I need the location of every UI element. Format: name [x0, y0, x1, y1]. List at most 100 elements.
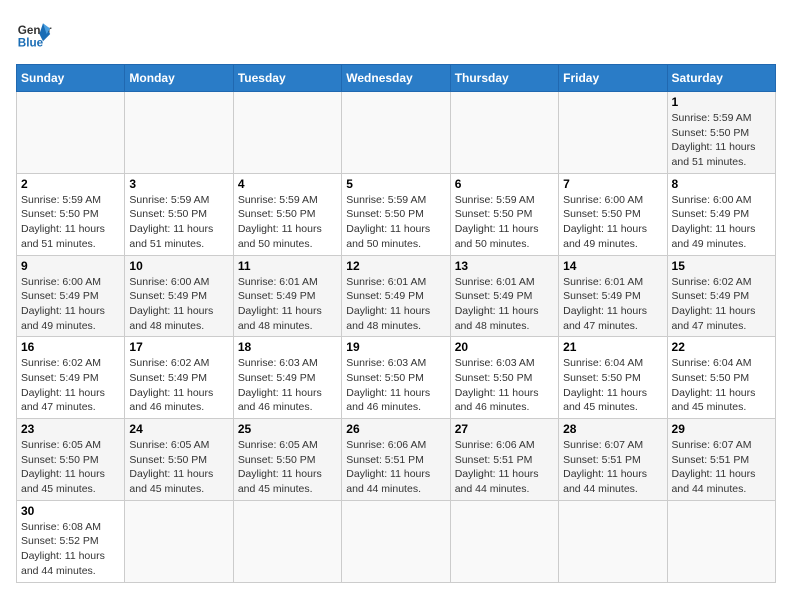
svg-text:Blue: Blue: [18, 37, 44, 50]
calendar-week-5: 30Sunrise: 6:08 AM Sunset: 5:52 PM Dayli…: [17, 500, 776, 582]
calendar-cell: 25 Sunrise: 6:05 AM Sunset: 5:50 PM Dayli…: [233, 419, 341, 501]
day-info: Sunrise: 6:08 AM Sunset: 5:52 PM Dayligh…: [21, 520, 120, 579]
day-number: 29: [672, 422, 771, 436]
calendar-week-4: 23Sunrise: 6:05 AM Sunset: 5:50 PM Dayli…: [17, 419, 776, 501]
calendar-cell: 19Sunrise: 6:03 AM Sunset: 5:50 PM Dayli…: [342, 337, 450, 419]
day-info: Sunrise: 6:06 AM Sunset: 5:51 PM Dayligh…: [455, 438, 554, 497]
calendar-cell: [233, 92, 341, 174]
calendar-cell: 18Sunrise: 6:03 AM Sunset: 5:49 PM Dayli…: [233, 337, 341, 419]
calendar-cell: [125, 500, 233, 582]
day-info: Sunrise: 6:02 AM Sunset: 5:49 PM Dayligh…: [129, 356, 228, 415]
day-info: Sunrise: 6:01 AM Sunset: 5:49 PM Dayligh…: [563, 275, 662, 334]
calendar-cell: 14Sunrise: 6:01 AM Sunset: 5:49 PM Dayli…: [559, 255, 667, 337]
day-number: 24: [129, 422, 228, 436]
day-info: Sunrise: 6:07 AM Sunset: 5:51 PM Dayligh…: [672, 438, 771, 497]
logo: General Blue: [16, 16, 52, 52]
day-number: 13: [455, 259, 554, 273]
day-info: Sunrise: 6:06 AM Sunset: 5:51 PM Dayligh…: [346, 438, 445, 497]
calendar-cell: 23Sunrise: 6:05 AM Sunset: 5:50 PM Dayli…: [17, 419, 125, 501]
calendar-table: SundayMondayTuesdayWednesdayThursdayFrid…: [16, 64, 776, 583]
day-info: Sunrise: 6:00 AM Sunset: 5:50 PM Dayligh…: [563, 193, 662, 252]
day-number: 25: [238, 422, 337, 436]
day-number: 19: [346, 340, 445, 354]
day-info: Sunrise: 6:00 AM Sunset: 5:49 PM Dayligh…: [21, 275, 120, 334]
logo-icon: General Blue: [16, 16, 52, 52]
calendar-cell: 15 Sunrise: 6:02 AM Sunset: 5:49 PM Dayli…: [667, 255, 775, 337]
calendar-cell: 17 Sunrise: 6:02 AM Sunset: 5:49 PM Dayli…: [125, 337, 233, 419]
day-number: 1: [672, 95, 771, 109]
calendar-cell: 26 Sunrise: 6:06 AM Sunset: 5:51 PM Dayli…: [342, 419, 450, 501]
calendar-week-2: 9Sunrise: 6:00 AM Sunset: 5:49 PM Daylig…: [17, 255, 776, 337]
calendar-header: SundayMondayTuesdayWednesdayThursdayFrid…: [17, 65, 776, 92]
day-info: Sunrise: 6:05 AM Sunset: 5:50 PM Dayligh…: [129, 438, 228, 497]
weekday-header-wednesday: Wednesday: [342, 65, 450, 92]
calendar-cell: [450, 92, 558, 174]
calendar-week-1: 2 Sunrise: 5:59 AM Sunset: 5:50 PM Daylig…: [17, 173, 776, 255]
day-info: Sunrise: 6:01 AM Sunset: 5:49 PM Dayligh…: [455, 275, 554, 334]
day-number: 17: [129, 340, 228, 354]
page-header: General Blue: [16, 16, 776, 52]
calendar-cell: [450, 500, 558, 582]
day-number: 10: [129, 259, 228, 273]
calendar-cell: 3 Sunrise: 5:59 AM Sunset: 5:50 PM Daylig…: [125, 173, 233, 255]
day-info: Sunrise: 6:00 AM Sunset: 5:49 PM Dayligh…: [129, 275, 228, 334]
calendar-cell: [342, 500, 450, 582]
calendar-cell: 24 Sunrise: 6:05 AM Sunset: 5:50 PM Dayli…: [125, 419, 233, 501]
weekday-header-thursday: Thursday: [450, 65, 558, 92]
day-info: Sunrise: 5:59 AM Sunset: 5:50 PM Dayligh…: [672, 111, 771, 170]
day-number: 12: [346, 259, 445, 273]
calendar-cell: 21 Sunrise: 6:04 AM Sunset: 5:50 PM Dayli…: [559, 337, 667, 419]
day-number: 20: [455, 340, 554, 354]
calendar-cell: 6Sunrise: 5:59 AM Sunset: 5:50 PM Daylig…: [450, 173, 558, 255]
calendar-cell: 20 Sunrise: 6:03 AM Sunset: 5:50 PM Dayli…: [450, 337, 558, 419]
calendar-cell: 5 Sunrise: 5:59 AM Sunset: 5:50 PM Daylig…: [342, 173, 450, 255]
weekday-header-saturday: Saturday: [667, 65, 775, 92]
calendar-cell: 12 Sunrise: 6:01 AM Sunset: 5:49 PM Dayli…: [342, 255, 450, 337]
calendar-cell: 13 Sunrise: 6:01 AM Sunset: 5:49 PM Dayli…: [450, 255, 558, 337]
day-number: 3: [129, 177, 228, 191]
calendar-cell: 22Sunrise: 6:04 AM Sunset: 5:50 PM Dayli…: [667, 337, 775, 419]
calendar-cell: 10 Sunrise: 6:00 AM Sunset: 5:49 PM Dayli…: [125, 255, 233, 337]
calendar-cell: 4 Sunrise: 5:59 AM Sunset: 5:50 PM Daylig…: [233, 173, 341, 255]
calendar-week-0: 1 Sunrise: 5:59 AM Sunset: 5:50 PM Daylig…: [17, 92, 776, 174]
day-info: Sunrise: 6:03 AM Sunset: 5:50 PM Dayligh…: [455, 356, 554, 415]
calendar-cell: [342, 92, 450, 174]
day-info: Sunrise: 6:04 AM Sunset: 5:50 PM Dayligh…: [563, 356, 662, 415]
calendar-cell: 8 Sunrise: 6:00 AM Sunset: 5:49 PM Daylig…: [667, 173, 775, 255]
calendar-cell: 16Sunrise: 6:02 AM Sunset: 5:49 PM Dayli…: [17, 337, 125, 419]
day-info: Sunrise: 6:05 AM Sunset: 5:50 PM Dayligh…: [21, 438, 120, 497]
calendar-cell: [233, 500, 341, 582]
day-number: 7: [563, 177, 662, 191]
weekday-row: SundayMondayTuesdayWednesdayThursdayFrid…: [17, 65, 776, 92]
day-number: 28: [563, 422, 662, 436]
day-info: Sunrise: 6:01 AM Sunset: 5:49 PM Dayligh…: [346, 275, 445, 334]
day-number: 15: [672, 259, 771, 273]
day-info: Sunrise: 6:01 AM Sunset: 5:49 PM Dayligh…: [238, 275, 337, 334]
calendar-cell: [125, 92, 233, 174]
day-number: 5: [346, 177, 445, 191]
weekday-header-tuesday: Tuesday: [233, 65, 341, 92]
day-number: 26: [346, 422, 445, 436]
day-info: Sunrise: 6:00 AM Sunset: 5:49 PM Dayligh…: [672, 193, 771, 252]
day-number: 6: [455, 177, 554, 191]
day-number: 8: [672, 177, 771, 191]
weekday-header-sunday: Sunday: [17, 65, 125, 92]
day-info: Sunrise: 5:59 AM Sunset: 5:50 PM Dayligh…: [21, 193, 120, 252]
calendar-cell: 28 Sunrise: 6:07 AM Sunset: 5:51 PM Dayli…: [559, 419, 667, 501]
day-info: Sunrise: 6:02 AM Sunset: 5:49 PM Dayligh…: [672, 275, 771, 334]
calendar-cell: 30Sunrise: 6:08 AM Sunset: 5:52 PM Dayli…: [17, 500, 125, 582]
weekday-header-friday: Friday: [559, 65, 667, 92]
day-number: 2: [21, 177, 120, 191]
calendar-cell: 2 Sunrise: 5:59 AM Sunset: 5:50 PM Daylig…: [17, 173, 125, 255]
calendar-cell: [559, 500, 667, 582]
day-info: Sunrise: 5:59 AM Sunset: 5:50 PM Dayligh…: [346, 193, 445, 252]
day-info: Sunrise: 6:07 AM Sunset: 5:51 PM Dayligh…: [563, 438, 662, 497]
day-number: 4: [238, 177, 337, 191]
day-info: Sunrise: 5:59 AM Sunset: 5:50 PM Dayligh…: [238, 193, 337, 252]
day-info: Sunrise: 6:03 AM Sunset: 5:49 PM Dayligh…: [238, 356, 337, 415]
day-info: Sunrise: 5:59 AM Sunset: 5:50 PM Dayligh…: [129, 193, 228, 252]
calendar-cell: [559, 92, 667, 174]
day-info: Sunrise: 6:05 AM Sunset: 5:50 PM Dayligh…: [238, 438, 337, 497]
day-number: 21: [563, 340, 662, 354]
day-info: Sunrise: 6:04 AM Sunset: 5:50 PM Dayligh…: [672, 356, 771, 415]
